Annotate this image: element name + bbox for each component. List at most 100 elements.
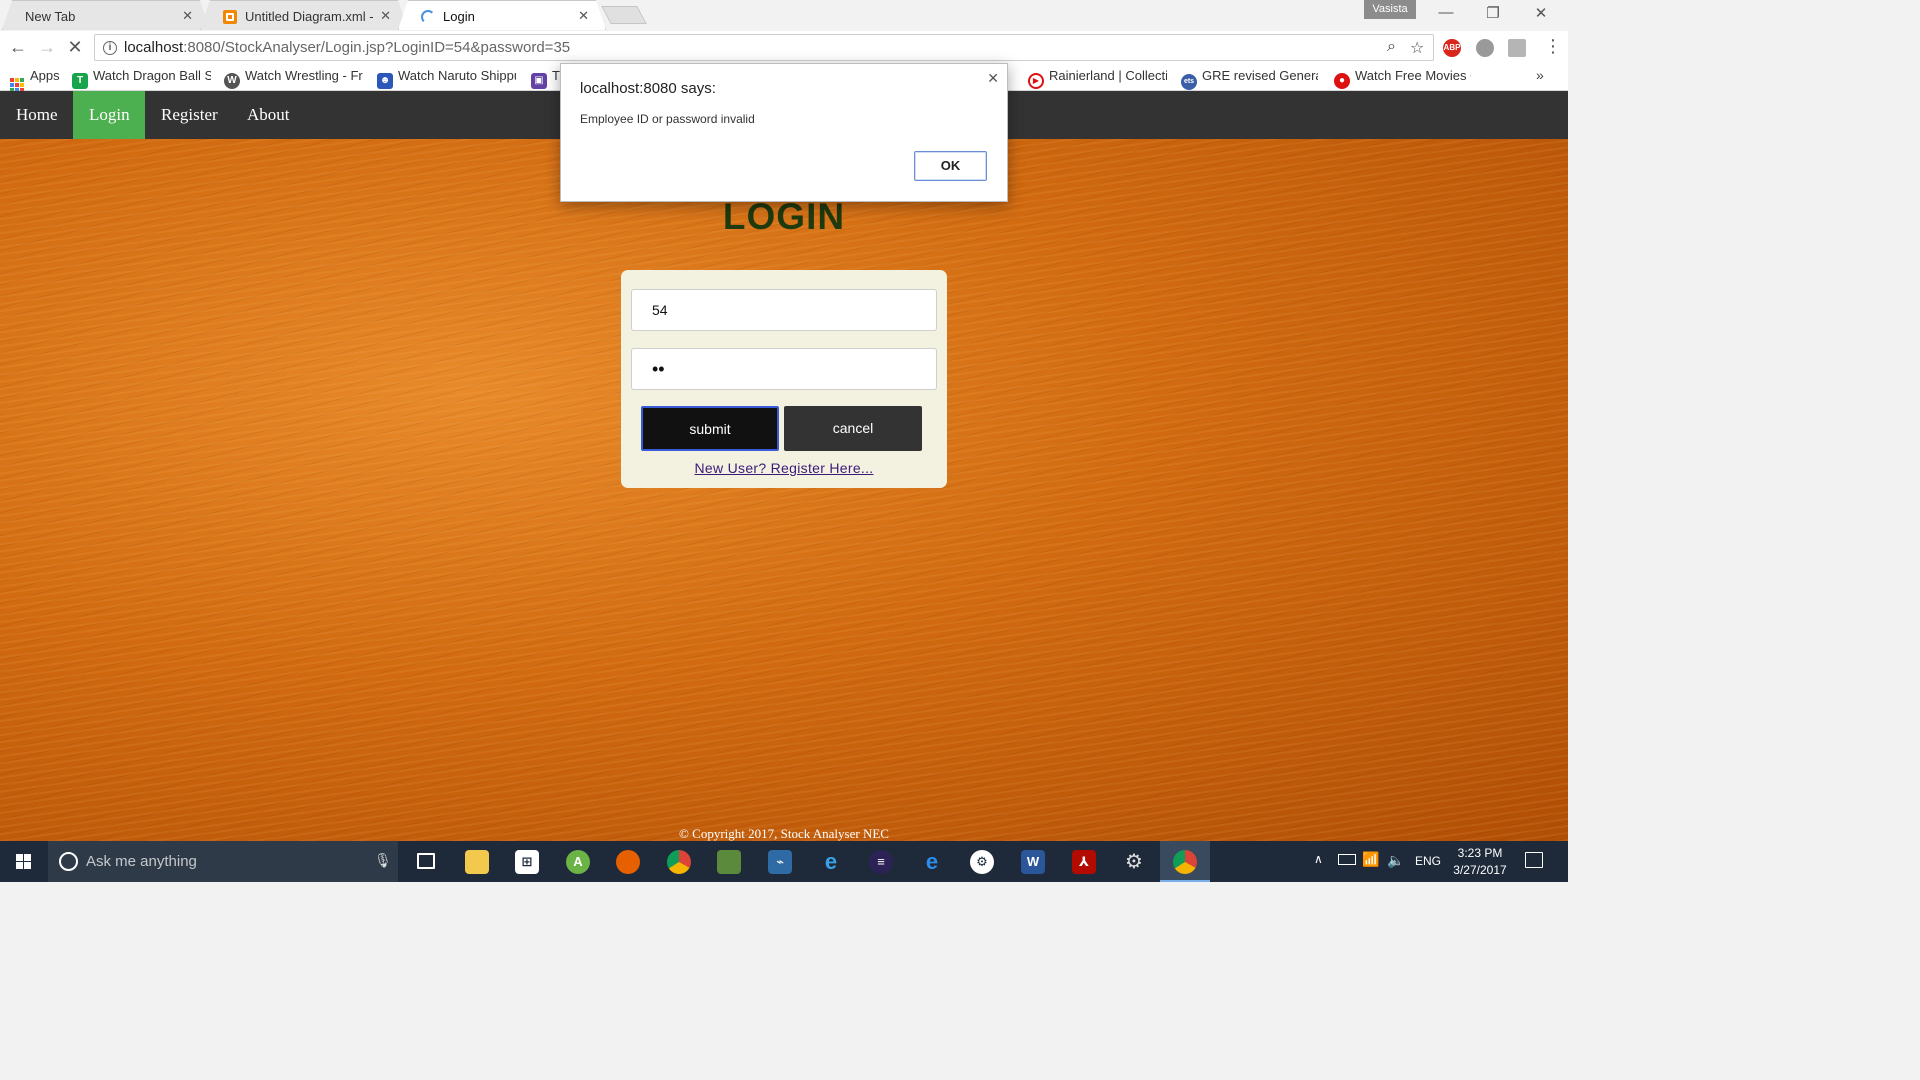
tab-new-tab[interactable]: New Tab ✕ xyxy=(2,0,210,30)
password-field[interactable]: •• xyxy=(631,348,937,390)
nav-register[interactable]: Register xyxy=(145,91,234,139)
taskbar-store[interactable]: ⊞ xyxy=(502,841,552,882)
network-icon[interactable]: 📶 xyxy=(1362,851,1379,892)
bookmark-star-icon[interactable]: ☆ xyxy=(1410,38,1424,58)
bookmark-label: Apps xyxy=(30,68,60,83)
folder-icon xyxy=(465,850,489,874)
bookmark-apps[interactable]: Apps xyxy=(10,68,68,92)
word-icon: W xyxy=(1021,850,1045,874)
alert-message: Employee ID or password invalid xyxy=(580,112,755,126)
firefox-icon xyxy=(616,850,640,874)
steam-icon: ⚙ xyxy=(970,850,994,874)
bookmark-wrestling[interactable]: W Watch Wrestling - Fre xyxy=(224,68,364,89)
new-tab-button[interactable] xyxy=(601,6,647,24)
ets-icon: ets xyxy=(1181,74,1197,90)
acrobat-icon: ⅄ xyxy=(1072,850,1096,874)
taskbar-minecraft[interactable] xyxy=(704,841,754,882)
tab-untitled-diagram[interactable]: Untitled Diagram.xml - d ✕ xyxy=(200,0,408,30)
task-view-button[interactable] xyxy=(401,841,451,882)
taskbar-file-explorer[interactable] xyxy=(452,841,502,882)
start-button[interactable] xyxy=(0,841,48,882)
task-view-icon xyxy=(417,853,435,869)
close-icon[interactable]: ✕ xyxy=(182,8,193,24)
people-icon: ☻ xyxy=(377,73,393,89)
movie-icon: ● xyxy=(1334,73,1350,89)
bookmark-gre[interactable]: ets GRE revised General T xyxy=(1181,68,1321,90)
bookmark-label: Watch Dragon Ball Su xyxy=(93,68,211,83)
taskbar-firefox[interactable] xyxy=(603,841,653,882)
restore-icon[interactable]: ❐ xyxy=(1478,4,1508,22)
tab-login[interactable]: Login ✕ xyxy=(398,0,606,30)
url-text[interactable]: localhost:8080/StockAnalyser/Login.jsp?L… xyxy=(124,39,570,56)
stop-loading-icon[interactable]: ✕ xyxy=(64,37,86,57)
internet-explorer-icon: e xyxy=(824,849,838,874)
back-arrow-icon[interactable]: ← xyxy=(7,37,29,57)
chrome-icon xyxy=(667,850,691,874)
bookmark-label: Watch Free Movies O xyxy=(1355,68,1471,83)
taskbar-settings-app[interactable]: ⚙ xyxy=(1109,841,1159,882)
ok-button[interactable]: OK xyxy=(914,151,987,181)
address-bar[interactable]: i localhost:8080/StockAnalyser/Login.jsp… xyxy=(94,34,1434,61)
taskbar-chrome[interactable] xyxy=(654,841,704,882)
submit-button[interactable]: submit xyxy=(641,406,779,451)
taskbar-edge[interactable]: e xyxy=(907,841,957,882)
taskbar-acrobat[interactable]: ⅄ xyxy=(1059,841,1109,882)
bookmark-twitch[interactable]: ▣ T xyxy=(531,68,560,89)
bookmark-dragon-ball[interactable]: T Watch Dragon Ball Su xyxy=(72,68,212,89)
taskbar-sql-workbench[interactable]: ⌁ xyxy=(755,841,805,882)
action-center-icon[interactable] xyxy=(1525,852,1543,868)
taskbar-android-studio[interactable]: A xyxy=(553,841,603,882)
volume-icon[interactable]: 🔈 xyxy=(1387,852,1404,893)
register-link[interactable]: New User? Register Here... xyxy=(621,460,947,476)
bookmarks-overflow-button[interactable]: » xyxy=(1536,67,1544,83)
cortana-search-box[interactable]: Ask me anything 🎙 xyxy=(48,841,398,882)
chrome-icon xyxy=(1173,850,1197,874)
microphone-icon[interactable]: 🎙 xyxy=(374,852,392,869)
cancel-button[interactable]: cancel xyxy=(784,406,922,451)
bookmark-naruto[interactable]: ☻ Watch Naruto Shippu xyxy=(377,68,517,89)
forward-arrow-icon[interactable]: → xyxy=(36,37,58,57)
nav-login[interactable]: Login xyxy=(73,91,145,139)
bookmark-free-movies[interactable]: ● Watch Free Movies O xyxy=(1334,68,1474,89)
browser-tab-strip: New Tab ✕ Untitled Diagram.xml - d ✕ Log… xyxy=(0,0,1568,31)
footer-copyright: © Copyright 2017, Stock Analyser NEC xyxy=(679,826,889,841)
extension-globe-icon[interactable] xyxy=(1476,39,1494,57)
taskbar-steam[interactable]: ⚙ xyxy=(957,841,1007,882)
employee-id-field[interactable]: 54 xyxy=(631,289,937,331)
adblock-plus-icon[interactable]: ABP xyxy=(1443,39,1461,57)
nav-home[interactable]: Home xyxy=(0,91,74,139)
minecraft-icon xyxy=(717,850,741,874)
taskbar-eclipse[interactable]: ≡ xyxy=(856,841,906,882)
android-studio-icon: A xyxy=(566,850,590,874)
battery-icon[interactable] xyxy=(1338,854,1356,865)
chrome-menu-icon[interactable]: ⋮ xyxy=(1544,36,1562,57)
bookmark-rainierland[interactable]: ▶ Rainierland | Collectio xyxy=(1028,68,1168,89)
taskbar-word[interactable]: W xyxy=(1008,841,1058,882)
alert-dialog: localhost:8080 says: ✕ Employee ID or pa… xyxy=(560,63,1008,202)
loading-spinner-icon xyxy=(421,10,435,24)
nav-about[interactable]: About xyxy=(231,91,306,139)
minimize-icon[interactable]: — xyxy=(1431,4,1461,21)
close-icon[interactable]: ✕ xyxy=(987,70,999,87)
drawio-icon xyxy=(223,10,237,24)
window-close-icon[interactable]: ✕ xyxy=(1526,4,1556,22)
url-path: :8080/StockAnalyser/Login.jsp?LoginID=54… xyxy=(183,39,571,56)
info-icon[interactable]: i xyxy=(103,41,117,55)
show-hidden-icons-chevron-icon[interactable]: ∧ xyxy=(1314,852,1323,893)
acrobat-extension-icon[interactable] xyxy=(1508,39,1526,57)
edge-icon: e xyxy=(925,849,939,874)
search-placeholder: Ask me anything xyxy=(86,853,197,870)
taskbar-internet-explorer[interactable]: e xyxy=(806,841,856,882)
taskbar-chrome-active[interactable] xyxy=(1160,841,1210,882)
tv-icon: T xyxy=(72,73,88,89)
play-icon: ▶ xyxy=(1028,73,1044,89)
zoom-icon[interactable]: ⌕ xyxy=(1387,38,1396,56)
web-page: Home Login Register About LOGIN 54 •• su… xyxy=(0,91,1568,841)
page-title: LOGIN xyxy=(722,196,846,237)
close-icon[interactable]: ✕ xyxy=(380,8,391,24)
profile-badge[interactable]: Vasista xyxy=(1364,0,1416,19)
workbench-icon: ⌁ xyxy=(768,850,792,874)
language-indicator[interactable]: ENG xyxy=(1415,854,1441,895)
close-icon[interactable]: ✕ xyxy=(578,8,589,24)
system-clock[interactable]: 3:23 PM 3/27/2017 xyxy=(1448,845,1512,879)
